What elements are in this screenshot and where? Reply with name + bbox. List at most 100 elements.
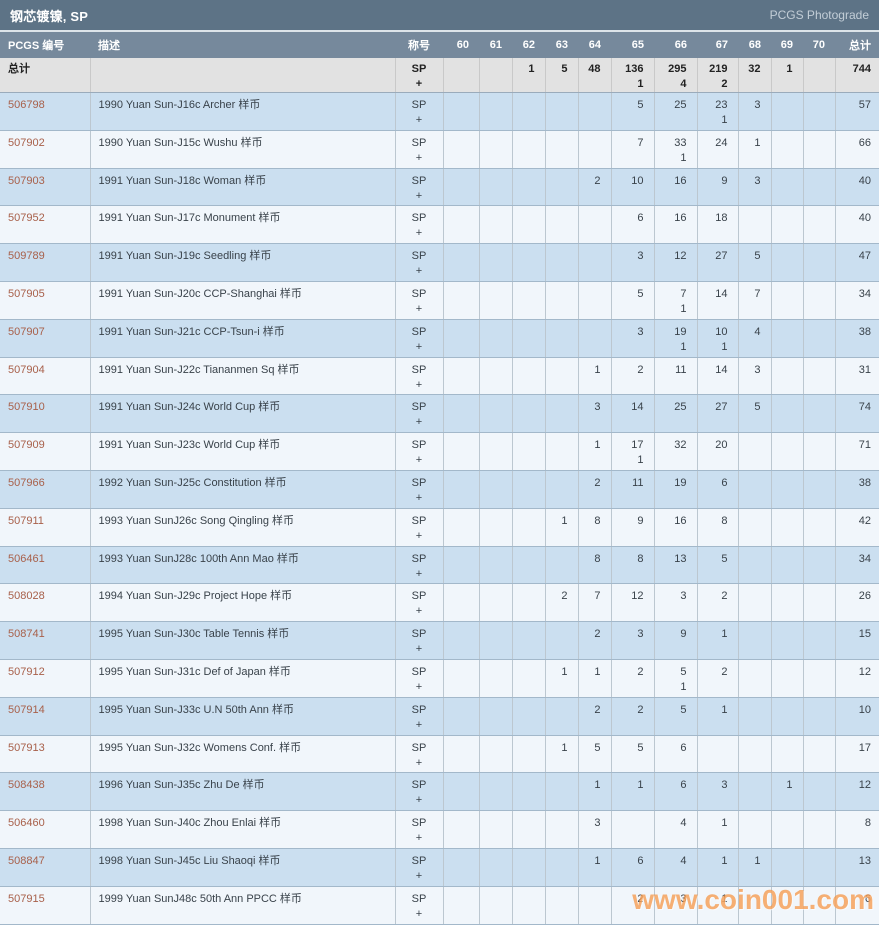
column-header-row: PCGS 编号 描述 称号 60 61 62 63 64 65 66 67 68 69 70 总计 <box>0 32 879 58</box>
grade-66-cell: 19 1 <box>654 319 698 358</box>
totals-grade-61-cell <box>479 58 513 93</box>
grade-64-cell <box>578 319 612 358</box>
designation-sp-label: SP <box>411 628 427 641</box>
grade-count-line1: 10 <box>631 174 644 187</box>
pcgs-number-link[interactable]: 507909 <box>8 439 45 451</box>
grade-60-cell <box>443 508 480 547</box>
pcgs-number-link[interactable]: 509789 <box>8 250 45 262</box>
grade-66-cell: 16 <box>654 508 698 547</box>
pcgs-number-link[interactable]: 507966 <box>8 477 45 489</box>
row-total-cell: 34 <box>835 546 879 585</box>
coin-description: 1999 Yuan SunJ48c 50th Ann PPCC 样币 <box>90 886 396 925</box>
coin-description: 1991 Yuan Sun-J20c CCP-Shanghai 样币 <box>90 281 396 320</box>
grade-60-cell <box>443 470 480 509</box>
grade-64-cell: 3 <box>578 810 612 849</box>
designation-plus-label: + <box>415 151 423 164</box>
grade-count-line1: 48 <box>588 63 601 75</box>
pcgs-number-link[interactable]: 507912 <box>8 666 45 678</box>
pcgs-number-link[interactable]: 507913 <box>8 742 45 754</box>
grade-count-line1: 1 <box>721 628 728 641</box>
grade-count-line1: 14 <box>715 363 728 376</box>
grade-count-line1: 2 <box>637 703 644 716</box>
designation-cell: SP + <box>395 697 444 736</box>
grade-plus-count-line2: 1 <box>680 340 687 353</box>
coin-description: 1992 Yuan Sun-J25c Constitution 样币 <box>90 470 396 509</box>
pcgs-number-link[interactable]: 506798 <box>8 99 45 111</box>
grade-count-line1: 2 <box>637 363 644 376</box>
grade-60-cell <box>443 357 480 396</box>
grade-count-line1: 3 <box>721 779 728 792</box>
grade-count-line1: 5 <box>637 287 644 300</box>
grade-66-cell: 9 <box>654 621 698 660</box>
coin-description: 1991 Yuan Sun-J19c Seedling 样币 <box>90 243 396 282</box>
grade-70-cell <box>803 281 836 320</box>
grade-count-line1: 6 <box>721 476 728 489</box>
pcgs-number-link[interactable]: 507910 <box>8 401 45 413</box>
column-header-grade-67: 67 <box>697 32 738 58</box>
grade-68-cell <box>738 508 772 547</box>
grade-61-cell <box>479 281 513 320</box>
row-total-cell: 71 <box>835 432 879 471</box>
pcgs-number-link[interactable]: 507907 <box>8 326 45 338</box>
pcgs-number-link[interactable]: 507914 <box>8 704 45 716</box>
pcgs-number-link[interactable]: 508741 <box>8 628 45 640</box>
grade-63-cell <box>545 621 579 660</box>
pcgs-number-link[interactable]: 507904 <box>8 364 45 376</box>
grade-count-line1: 11 <box>675 363 687 376</box>
grade-69-cell <box>771 168 804 207</box>
grade-66-cell: 4 <box>654 810 698 849</box>
grade-69-cell <box>771 810 804 849</box>
grade-62-cell <box>512 621 546 660</box>
grade-count-line1: 5 <box>594 741 601 754</box>
pcgs-number-link[interactable]: 507915 <box>8 893 45 905</box>
row-total-cell: 66 <box>835 130 879 169</box>
grade-67-cell: 6 <box>697 470 739 509</box>
pcgs-number-link[interactable]: 507952 <box>8 212 45 224</box>
pcgs-number-link[interactable]: 508847 <box>8 855 45 867</box>
grade-count-line1: 1 <box>594 779 601 792</box>
grade-70-cell <box>803 810 836 849</box>
pcgs-number-link[interactable]: 508028 <box>8 590 45 602</box>
grade-66-cell: 3 <box>654 583 698 623</box>
pcgs-number-cell: 507909 <box>0 432 91 471</box>
table-row: 507952 1991 Yuan Sun-J17c Monument 样币 SP +6… <box>0 205 879 245</box>
grade-69-cell <box>771 205 804 245</box>
grade-64-cell: 2 <box>578 470 612 509</box>
designation-cell: SP + <box>395 772 444 812</box>
grade-63-cell <box>545 357 579 396</box>
grade-69-cell <box>771 319 804 358</box>
coin-description: 1998 Yuan Sun-J40c Zhou Enlai 样币 <box>90 810 396 849</box>
totals-row: 总计 SP + 1 5 48 136 1 295 4 219 2 32 1 744 <box>0 58 879 93</box>
table-row: 508847 1998 Yuan Sun-J45c Liu Shaoqi 样币 SP… <box>0 848 879 887</box>
pcgs-number-link[interactable]: 507903 <box>8 175 45 187</box>
photograde-link[interactable]: PCGS Photograde <box>770 8 869 22</box>
grade-69-cell <box>771 735 804 774</box>
designation-sp-label: SP <box>411 665 427 678</box>
grade-62-cell <box>512 281 546 320</box>
designation-plus-label: + <box>415 78 423 90</box>
totals-label: 总计 <box>0 58 91 93</box>
grade-63-cell <box>545 546 579 585</box>
grade-62-cell <box>512 583 546 623</box>
grade-66-cell: 19 <box>654 470 698 509</box>
grade-count-line1: 2 <box>594 628 601 641</box>
grade-64-cell <box>578 92 612 131</box>
grade-61-cell <box>479 659 513 698</box>
pcgs-number-link[interactable]: 506461 <box>8 553 45 565</box>
grade-64-cell: 7 <box>578 583 612 623</box>
pcgs-number-link[interactable]: 507905 <box>8 288 45 300</box>
row-total-cell: 12 <box>835 659 879 698</box>
grade-count-line1: 7 <box>754 287 761 300</box>
column-header-grade-60: 60 <box>443 32 479 58</box>
pcgs-number-link[interactable]: 508438 <box>8 779 45 791</box>
pcgs-number-link[interactable]: 506460 <box>8 817 45 829</box>
grade-63-cell <box>545 319 579 358</box>
pcgs-number-link[interactable]: 507911 <box>8 515 44 527</box>
designation-sp-label: SP <box>411 779 427 792</box>
grade-60-cell <box>443 583 480 623</box>
grade-62-cell <box>512 357 546 396</box>
grade-68-cell: 3 <box>738 92 772 131</box>
grade-64-cell: 8 <box>578 508 612 547</box>
designation-cell: SP + <box>395 319 444 358</box>
pcgs-number-link[interactable]: 507902 <box>8 137 45 149</box>
